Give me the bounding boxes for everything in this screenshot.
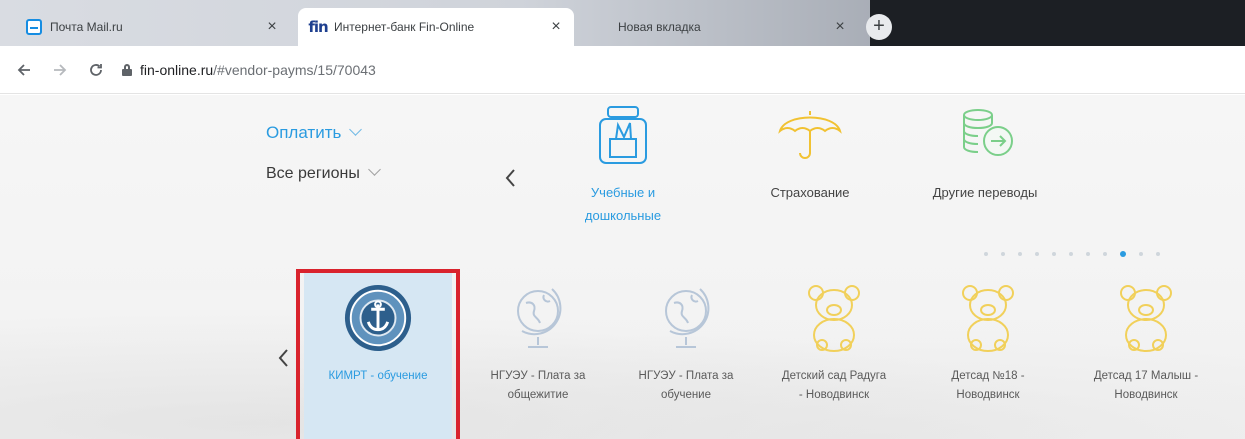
provider-label-line1: НГУЭУ - Плата за [490, 370, 586, 382]
globe-icon [651, 283, 721, 353]
tab-title: Новая вкладка [618, 20, 701, 34]
umbrella-icon [775, 105, 845, 165]
category-label: Страхование [770, 185, 850, 200]
carousel-pagination[interactable] [984, 251, 1173, 257]
forward-button[interactable] [48, 58, 72, 82]
pagination-dot[interactable] [1035, 252, 1039, 256]
pagination-dot[interactable] [1069, 252, 1073, 256]
globe-icon [503, 283, 573, 353]
chevron-left-icon [505, 169, 515, 187]
chevron-down-icon [367, 163, 381, 176]
arrow-right-icon [54, 63, 67, 76]
tab-mail[interactable]: Почта Mail.ru × [14, 8, 290, 46]
tab-fin-online[interactable]: fin Интернет-банк Fin-Online × [298, 8, 574, 46]
pagination-dot[interactable] [984, 252, 988, 256]
close-icon[interactable]: × [832, 18, 848, 36]
category-label: Другие переводы [932, 185, 1038, 200]
page-content: Оплатить Все регионы Учебные и дошкольные… [0, 95, 1245, 439]
blank-icon [594, 19, 610, 35]
category-other-transfers[interactable]: Другие переводы [920, 105, 1050, 204]
backpack-icon [588, 105, 658, 165]
browser-toolbar: fin-online.ru/#vendor-payms/15/70043 [0, 46, 1245, 94]
anchor-emblem-icon [343, 283, 413, 353]
url-text[interactable]: fin-online.ru/#vendor-payms/15/70043 [140, 62, 376, 78]
provider-label-line1: Детсад №18 - [951, 370, 1025, 382]
tab-title: Почта Mail.ru [50, 20, 123, 34]
lock-icon[interactable] [122, 63, 132, 76]
provider-ngueu-dormitory[interactable]: НГУЭУ - Плата за общежитие [464, 271, 612, 439]
provider-label-line2: общежитие [507, 389, 569, 401]
back-button[interactable] [12, 58, 36, 82]
category-education[interactable]: Учебные и дошкольные [558, 105, 688, 227]
provider-label-line1: Детский сад Радуга [781, 370, 887, 382]
teddy-bear-icon [953, 283, 1023, 353]
provider-label-line2: обучение [660, 389, 712, 401]
reload-icon [90, 63, 102, 76]
pagination-dot[interactable] [1086, 252, 1090, 256]
region-dropdown[interactable]: Все регионы [266, 163, 381, 183]
coins-transfer-icon [950, 105, 1020, 165]
close-icon[interactable]: × [264, 18, 280, 36]
teddy-bear-icon [1111, 283, 1181, 353]
category-label-line1: Учебные и [590, 185, 656, 200]
category-label-line2: дошкольные [584, 208, 662, 223]
provider-label-line1: Детсад 17 Малыш - [1093, 370, 1199, 382]
address-bar[interactable]: fin-online.ru/#vendor-payms/15/70043 [122, 54, 376, 86]
chevron-down-icon [349, 123, 363, 136]
provider-detsad-18[interactable]: Детсад №18 - Новодвинск [914, 271, 1062, 439]
pay-menu-dropdown[interactable]: Оплатить [266, 123, 363, 143]
provider-label-line1: НГУЭУ - Плата за [638, 370, 734, 382]
pagination-dot[interactable] [1018, 252, 1022, 256]
arrow-left-icon [17, 63, 30, 76]
categories-prev-button[interactable] [503, 167, 517, 193]
provider-kimrt-education[interactable]: КИМРТ - обучение [304, 271, 452, 439]
provider-ngueu-tuition[interactable]: НГУЭУ - Плата за обучение [612, 271, 760, 439]
tab-title: Интернет-банк Fin-Online [334, 20, 475, 34]
provider-raduga-kindergarten[interactable]: Детский сад Радуга - Новодвинск [760, 271, 908, 439]
new-tab-button[interactable]: + [866, 14, 892, 40]
tab-new[interactable]: Новая вкладка × [582, 8, 858, 46]
teddy-bear-icon [799, 283, 869, 353]
provider-label-line2: Новодвинск [1114, 389, 1178, 401]
pagination-dot[interactable] [1001, 252, 1005, 256]
providers-prev-button[interactable] [276, 347, 290, 373]
provider-label-line2: Новодвинск [956, 389, 1020, 401]
mail-icon [26, 19, 42, 35]
close-icon[interactable]: × [548, 18, 564, 36]
fin-logo-icon: fin [308, 18, 328, 36]
chevron-left-icon [278, 349, 288, 367]
pagination-dot[interactable] [1103, 252, 1107, 256]
provider-label: КИМРТ - обучение [328, 370, 428, 382]
provider-label-line2: - Новодвинск [798, 389, 870, 401]
pagination-dot[interactable] [1156, 252, 1160, 256]
reload-button[interactable] [84, 58, 108, 82]
pagination-dot[interactable] [1052, 252, 1056, 256]
pagination-dot[interactable] [1120, 251, 1126, 257]
browser-tab-strip: Почта Mail.ru × fin Интернет-банк Fin-On… [0, 0, 1245, 46]
pagination-dot[interactable] [1139, 252, 1143, 256]
category-insurance[interactable]: Страхование [740, 105, 880, 204]
provider-detsad-17-malysh[interactable]: Детсад 17 Малыш - Новодвинск [1072, 271, 1220, 439]
